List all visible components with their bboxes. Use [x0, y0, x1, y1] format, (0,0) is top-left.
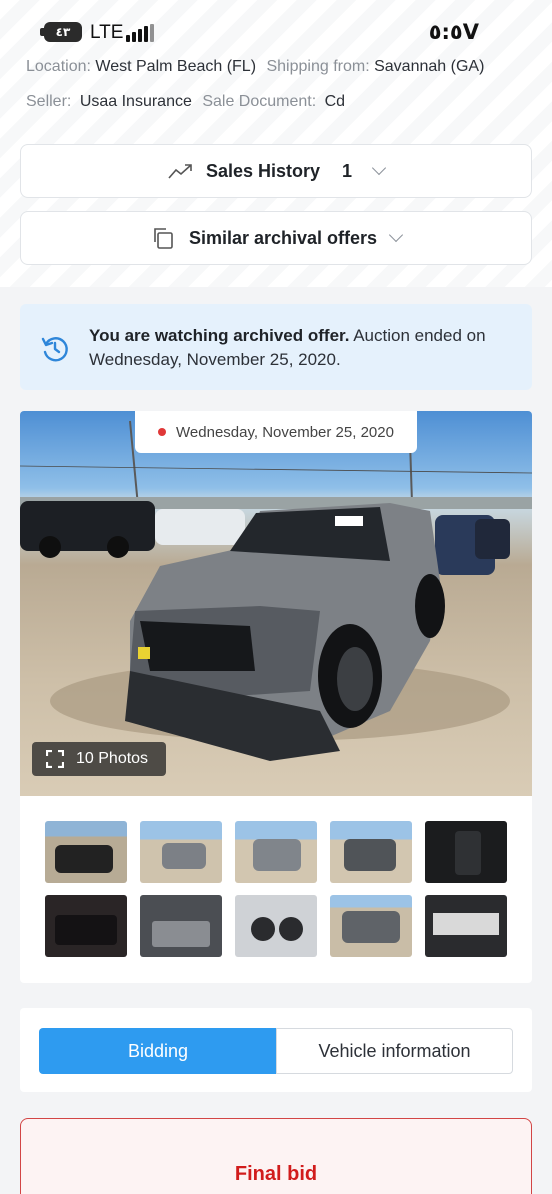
- photo-gallery: Wednesday, November 25, 2020 10 Photos: [20, 411, 532, 983]
- thumb-car-front: [55, 845, 113, 873]
- thumb-dashboard: [251, 917, 303, 941]
- seller-row: Seller: Usaa Insurance Sale Document: Cd: [26, 93, 345, 111]
- live-dot-icon: [158, 428, 167, 436]
- thumbnail[interactable]: [330, 895, 412, 957]
- thumb-rear-seats: [55, 915, 117, 945]
- thumbnail[interactable]: [140, 821, 222, 883]
- thumbnail[interactable]: [330, 821, 412, 883]
- seller-value[interactable]: Usaa Insurance: [80, 93, 192, 110]
- trend-chart-icon: [168, 164, 192, 179]
- shipping-label: Shipping from:: [266, 58, 370, 75]
- auction-date-chip: Wednesday, November 25, 2020: [135, 411, 417, 453]
- history-icon: [41, 337, 68, 362]
- thumbnail[interactable]: [140, 895, 222, 957]
- thumbnail[interactable]: [235, 821, 317, 883]
- thumb-engine: [152, 921, 210, 947]
- chevron-down-icon: [371, 160, 387, 176]
- location-label: Location:: [26, 58, 91, 75]
- chevron-down-icon: [388, 227, 404, 243]
- sales-history-count: 1: [342, 160, 353, 181]
- thumb-interior-seat: [455, 831, 481, 875]
- final-bid-label: Final bid: [234, 1163, 318, 1185]
- document-value: Cd: [324, 93, 346, 110]
- photos-count-label: 10 Photos: [76, 750, 149, 767]
- similar-offers-label: Similar archival offers: [188, 227, 378, 248]
- clock: ٥:٥V: [428, 20, 480, 44]
- location-row: Location: West Palm Beach (FL) Shipping …: [26, 58, 484, 76]
- thumbnail[interactable]: [235, 895, 317, 957]
- photos-count-button[interactable]: 10 Photos: [32, 742, 166, 776]
- thumb-car-rear-side: [344, 839, 396, 871]
- thumbnail[interactable]: [425, 821, 507, 883]
- signal-icon: [126, 24, 156, 42]
- sales-history-label: Sales History: [205, 160, 321, 181]
- main-vehicle-photo[interactable]: Wednesday, November 25, 2020 10 Photos: [20, 411, 532, 796]
- vehicle-photo-illustration: [20, 420, 532, 761]
- similar-offers-button[interactable]: Similar archival offers: [20, 211, 532, 265]
- battery-icon: ٤٣: [40, 22, 82, 42]
- tab-bidding[interactable]: Bidding: [39, 1028, 277, 1074]
- thumb-car-side: [162, 843, 206, 869]
- thumb-label-sticker: [433, 913, 499, 935]
- fullscreen-icon: [46, 750, 64, 768]
- bidding-tabs: Bidding Vehicle information: [20, 1008, 532, 1092]
- network-type: LTE: [90, 22, 124, 43]
- thumbnail[interactable]: [45, 821, 127, 883]
- copy-pages-icon: [154, 228, 173, 249]
- status-bar: ٤٣ LTE ٥:٥V: [0, 0, 552, 60]
- shipping-value: Savannah (GA): [374, 58, 485, 75]
- location-value: West Palm Beach (FL): [95, 58, 257, 75]
- auction-date: Wednesday, November 25, 2020: [176, 423, 394, 441]
- thumbnail[interactable]: [45, 895, 127, 957]
- document-label: Sale Document:: [202, 93, 317, 110]
- tab-vehicle-information[interactable]: Vehicle information: [276, 1028, 513, 1074]
- thumbnail[interactable]: [425, 895, 507, 957]
- thumb-front-damage: [342, 911, 400, 943]
- archived-notice: You are watching archived offer. Auction…: [20, 304, 532, 390]
- archived-notice-text: You are watching archived offer. Auction…: [89, 324, 509, 372]
- seller-label: Seller:: [26, 93, 72, 110]
- thumb-car-rear: [253, 839, 301, 871]
- sales-history-button[interactable]: Sales History 1: [20, 144, 532, 198]
- archived-notice-bold: You are watching archived offer.: [89, 326, 350, 345]
- final-bid-card: Final bid: [20, 1118, 532, 1194]
